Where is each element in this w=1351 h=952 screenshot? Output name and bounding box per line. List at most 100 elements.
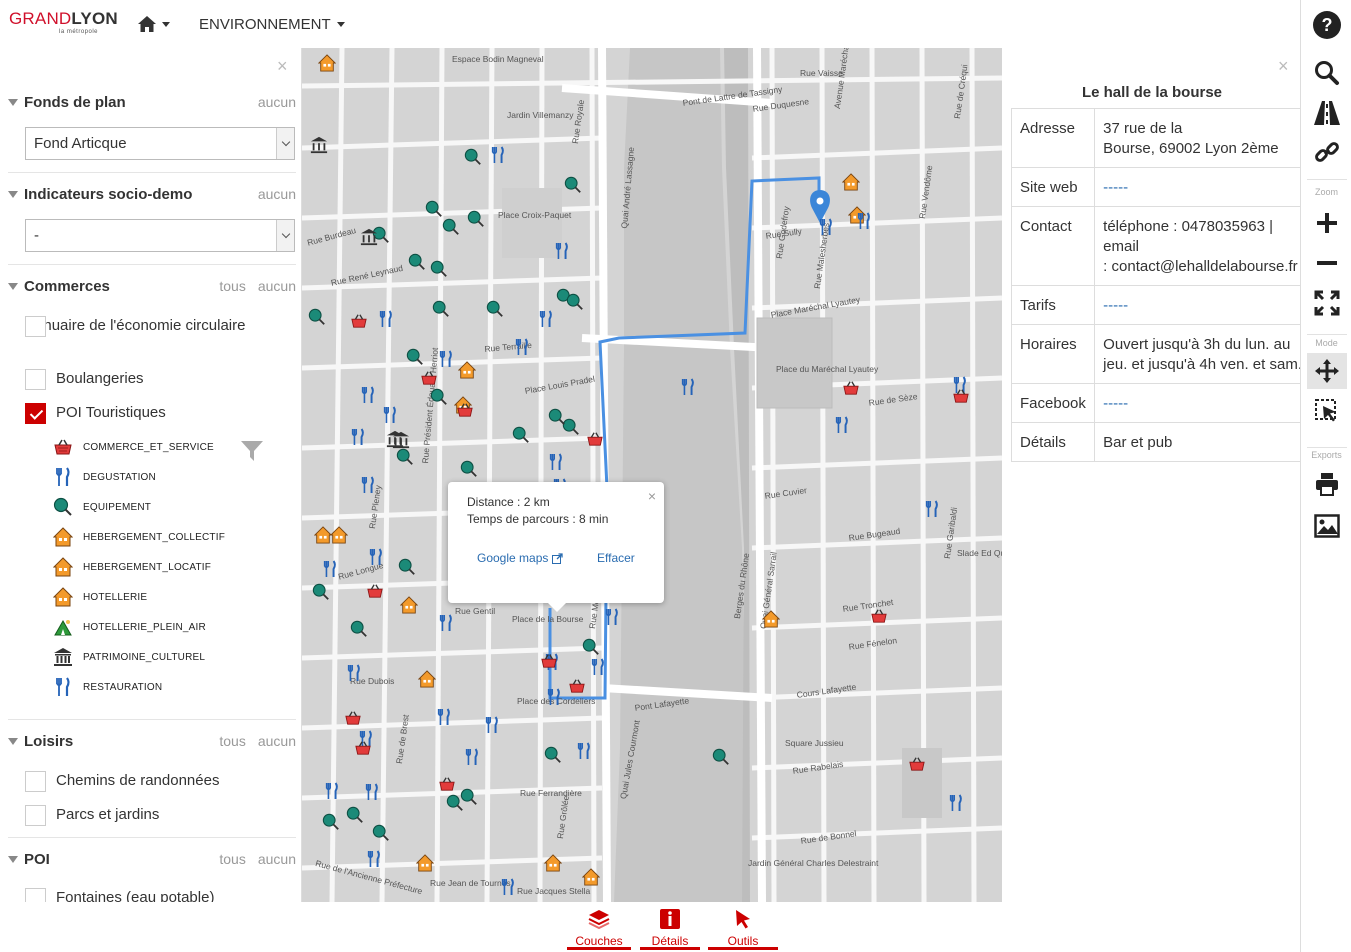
fork-knife-icon[interactable] — [366, 850, 384, 868]
house-icon[interactable] — [415, 854, 435, 872]
filter-icon[interactable] — [240, 440, 264, 467]
house-icon[interactable] — [417, 670, 437, 688]
zoom-out-button[interactable] — [1307, 245, 1347, 281]
equipment-pin-icon[interactable] — [408, 253, 426, 271]
fork-knife-icon[interactable] — [680, 378, 698, 396]
export-image-button[interactable] — [1307, 508, 1347, 544]
home-menu[interactable] — [137, 12, 173, 36]
fork-knife-icon[interactable] — [350, 428, 368, 446]
equipment-pin-icon[interactable] — [430, 388, 448, 406]
fork-knife-icon[interactable] — [322, 560, 340, 578]
house-icon[interactable] — [841, 173, 861, 191]
checkbox[interactable] — [25, 316, 46, 337]
none-link[interactable]: aucun — [258, 733, 296, 749]
all-link[interactable]: tous — [219, 851, 245, 867]
equipment-pin-icon[interactable] — [308, 308, 326, 326]
select-mode-button[interactable] — [1307, 393, 1347, 429]
none-link[interactable]: aucun — [258, 94, 296, 110]
collapse-triangle-icon[interactable] — [8, 737, 18, 745]
print-button[interactable] — [1307, 466, 1347, 502]
fork-knife-icon[interactable] — [360, 476, 378, 494]
basket-icon[interactable] — [354, 740, 372, 758]
tab-couches[interactable]: Couches — [567, 902, 631, 952]
fork-knife-icon[interactable] — [554, 242, 572, 260]
layer-parcs[interactable]: Parcs et jardins — [25, 805, 159, 826]
basket-icon[interactable] — [420, 370, 438, 388]
monument-icon[interactable] — [386, 430, 404, 448]
fork-knife-icon[interactable] — [548, 453, 566, 471]
basket-icon[interactable] — [540, 653, 558, 671]
fullscreen-button[interactable] — [1307, 285, 1347, 321]
equipment-pin-icon[interactable] — [425, 200, 443, 218]
layer-boulangeries[interactable]: Boulangeries — [25, 369, 144, 390]
basket-icon[interactable] — [438, 776, 456, 794]
house-icon[interactable] — [399, 596, 419, 614]
house-icon[interactable] — [457, 361, 477, 379]
indicator-select[interactable]: - — [25, 219, 295, 252]
fork-knife-icon[interactable] — [438, 350, 456, 368]
fork-knife-icon[interactable] — [438, 614, 456, 632]
equipment-pin-icon[interactable] — [467, 210, 485, 228]
layer-poi-touristiques[interactable]: POI Touristiques — [25, 403, 166, 424]
basket-icon[interactable] — [456, 402, 474, 420]
equipment-pin-icon[interactable] — [398, 558, 416, 576]
house-icon[interactable] — [329, 526, 349, 544]
fork-knife-icon[interactable] — [484, 716, 502, 734]
none-link[interactable]: aucun — [258, 851, 296, 867]
monument-icon[interactable] — [360, 228, 378, 246]
layer-fontaines[interactable]: Fontaines (eau potable) — [25, 888, 214, 902]
detail-value[interactable]: ----- — [1094, 383, 1300, 423]
equipment-pin-icon[interactable] — [464, 148, 482, 166]
fork-knife-icon[interactable] — [590, 658, 608, 676]
equipment-pin-icon[interactable] — [406, 348, 424, 366]
fork-knife-icon[interactable] — [576, 742, 594, 760]
basket-icon[interactable] — [870, 608, 888, 626]
pan-mode-button[interactable] — [1307, 353, 1347, 389]
equipment-pin-icon[interactable] — [432, 300, 450, 318]
equipment-pin-icon[interactable] — [350, 620, 368, 638]
fork-knife-icon[interactable] — [514, 338, 532, 356]
close-icon[interactable]: × — [648, 488, 656, 504]
equipment-pin-icon[interactable] — [430, 260, 448, 278]
detail-value[interactable]: ----- — [1094, 285, 1300, 325]
basket-icon[interactable] — [908, 756, 926, 774]
house-icon[interactable] — [761, 610, 781, 628]
basket-icon[interactable] — [842, 380, 860, 398]
fork-knife-icon[interactable] — [364, 783, 382, 801]
equipment-pin-icon[interactable] — [312, 583, 330, 601]
basket-icon[interactable] — [344, 710, 362, 728]
collapse-triangle-icon[interactable] — [8, 282, 18, 290]
map-view[interactable]: Espace Bodin Magneval Jardin Villemanzy Ru… — [302, 48, 1002, 902]
equipment-pin-icon[interactable] — [512, 426, 530, 444]
itinerary-button[interactable] — [1307, 95, 1347, 131]
monument-icon[interactable] — [310, 136, 328, 154]
house-icon[interactable] — [543, 854, 563, 872]
fork-knife-icon[interactable] — [546, 688, 564, 706]
basemap-select[interactable]: Fond Articque — [25, 127, 295, 160]
fork-knife-icon[interactable] — [368, 548, 386, 566]
collapse-triangle-icon[interactable] — [8, 855, 18, 863]
basket-icon[interactable] — [586, 431, 604, 449]
collapse-triangle-icon[interactable] — [8, 190, 18, 198]
house-icon[interactable] — [317, 54, 337, 72]
close-icon[interactable]: × — [277, 56, 288, 77]
tab-outils[interactable]: Outils — [708, 902, 778, 952]
clear-route-link[interactable]: Effacer — [597, 551, 635, 565]
checkbox[interactable] — [25, 771, 46, 792]
basket-icon[interactable] — [952, 388, 970, 406]
equipment-pin-icon[interactable] — [566, 293, 584, 311]
layer-annuaire[interactable]: Annuaire de l'économie circulaire — [25, 316, 285, 337]
equipment-pin-icon[interactable] — [460, 788, 478, 806]
search-button[interactable] — [1307, 55, 1347, 91]
equipment-pin-icon[interactable] — [372, 824, 390, 842]
help-button[interactable]: ? — [1307, 7, 1347, 43]
checkbox[interactable] — [25, 369, 46, 390]
layer-chemins[interactable]: Chemins de randonnées — [25, 771, 219, 792]
fork-knife-icon[interactable] — [346, 664, 364, 682]
basket-icon[interactable] — [568, 678, 586, 696]
fork-knife-icon[interactable] — [464, 748, 482, 766]
equipment-pin-icon[interactable] — [712, 748, 730, 766]
fork-knife-icon[interactable] — [818, 218, 836, 236]
tab-details[interactable]: Détails — [640, 902, 700, 952]
detail-value[interactable]: ----- — [1094, 167, 1300, 207]
